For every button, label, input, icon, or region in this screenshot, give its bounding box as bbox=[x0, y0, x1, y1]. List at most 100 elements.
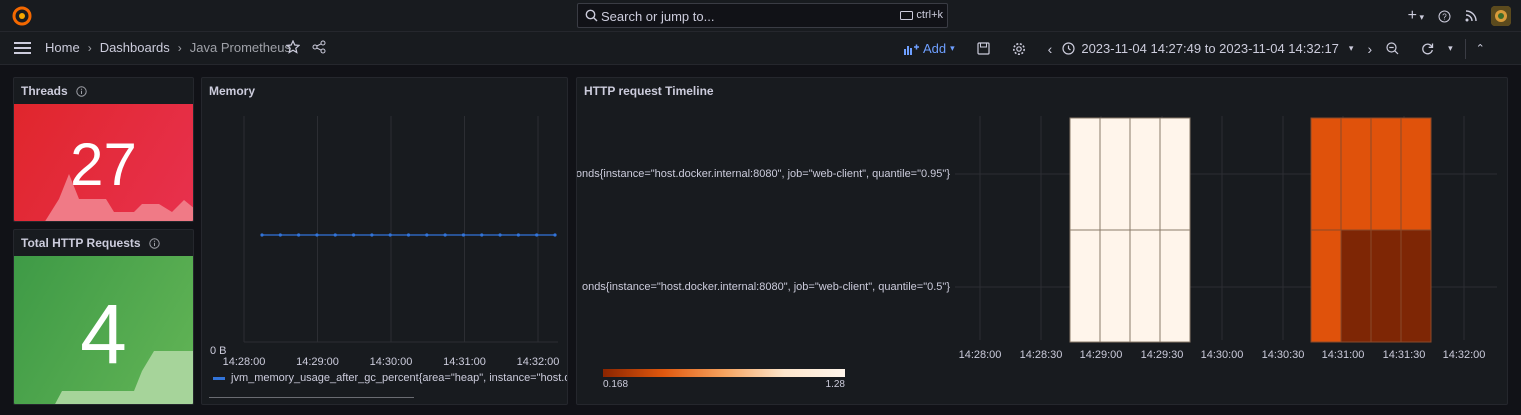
add-button[interactable]: Add ▾ bbox=[903, 41, 955, 56]
panel-title: HTTP request Timeline bbox=[584, 84, 714, 98]
breadcrumb-current: Java Prometheus bbox=[189, 40, 291, 55]
shortcut-label: ctrl+k bbox=[916, 9, 943, 21]
topbar-actions: + ▾ ? bbox=[1408, 0, 1511, 32]
http-requests-stat-background: 4 bbox=[14, 256, 193, 404]
chevron-down-icon[interactable]: ▾ bbox=[1448, 43, 1453, 54]
memory-legend[interactable]: jvm_memory_usage_after_gc_percent{area="… bbox=[213, 372, 568, 384]
search-input[interactable]: Search or jump to... ctrl+k bbox=[577, 3, 948, 28]
info-icon[interactable] bbox=[148, 237, 160, 249]
menu-icon[interactable] bbox=[14, 41, 31, 55]
heatmap-cell bbox=[1400, 229, 1432, 343]
breadcrumb-home[interactable]: Home bbox=[45, 40, 80, 55]
chevron-right-icon: › bbox=[177, 40, 182, 55]
x-tick-label: 14:29:00 bbox=[296, 356, 339, 368]
heatmap-cell bbox=[1310, 229, 1342, 343]
refresh-icon[interactable] bbox=[1421, 42, 1434, 55]
data-point bbox=[351, 233, 356, 237]
data-point bbox=[480, 233, 484, 237]
x-tick-label: 14:31:00 bbox=[1322, 349, 1365, 361]
clock-icon bbox=[1062, 42, 1075, 55]
threads-value: 27 bbox=[70, 131, 137, 198]
info-icon[interactable] bbox=[75, 85, 87, 97]
chevron-down-icon[interactable]: ▾ bbox=[1349, 43, 1354, 54]
timeline-title: HTTP request Timeline bbox=[584, 84, 714, 98]
color-scale: 0.168 1.28 bbox=[603, 369, 845, 390]
panel-title: Memory bbox=[209, 84, 255, 98]
settings-gear-icon[interactable] bbox=[1012, 42, 1026, 56]
data-point bbox=[278, 233, 282, 237]
data-point bbox=[315, 233, 319, 237]
panel-title: Threads bbox=[21, 84, 87, 98]
heatmap-cell bbox=[1129, 229, 1161, 343]
memory-chart: 0 B 14:28:00 14:29:00 14:30:00 14:31:00 14:3… bbox=[210, 116, 560, 368]
time-controls: Add ▾ ‹ 2023-11-04 14:27:49 to 2023-11-0… bbox=[903, 32, 1485, 65]
x-tick-label: 14:30:30 bbox=[1262, 349, 1305, 361]
legend-label: jvm_memory_usage_after_gc_percent{area="… bbox=[231, 372, 568, 384]
data-point bbox=[406, 233, 411, 237]
heatmap-cell bbox=[1400, 117, 1432, 231]
data-point bbox=[388, 233, 392, 237]
heatmap-cell bbox=[1099, 117, 1131, 231]
data-point bbox=[333, 233, 337, 237]
memory-title: Memory bbox=[209, 84, 256, 98]
data-point bbox=[260, 233, 264, 237]
timeline-chart: onds{instance="host.docker.internal:8080… bbox=[577, 116, 1497, 361]
row-label: onds{instance="host.docker.internal:8080… bbox=[577, 168, 950, 180]
x-tick-label: 14:32:00 bbox=[1443, 349, 1486, 361]
http-requests-title: Total HTTP Requests bbox=[21, 236, 141, 250]
x-tick-label: 14:30:00 bbox=[1201, 349, 1244, 361]
chevron-down-icon: ▾ bbox=[1416, 12, 1424, 22]
http-requests-panel[interactable]: Total HTTP Requests 4 bbox=[13, 229, 194, 405]
time-back-button[interactable]: ‹ bbox=[1048, 41, 1053, 57]
chevron-right-icon: › bbox=[87, 40, 92, 55]
legend-scrollbar[interactable] bbox=[209, 397, 414, 398]
x-tick-label: 14:29:30 bbox=[1141, 349, 1184, 361]
time-forward-button[interactable]: › bbox=[1367, 41, 1372, 57]
x-tick-label: 14:28:00 bbox=[959, 349, 1002, 361]
dashboard-nav-bar: Home › Dashboards › Java Prometheus Add … bbox=[0, 32, 1521, 65]
rss-icon[interactable] bbox=[1465, 10, 1477, 22]
heatmap-cell bbox=[1370, 117, 1402, 231]
data-point bbox=[425, 233, 429, 237]
x-tick-label: 14:28:30 bbox=[1020, 349, 1063, 361]
zoom-out-icon[interactable] bbox=[1386, 42, 1399, 55]
share-icon[interactable] bbox=[312, 40, 326, 54]
x-tick-label: 14:31:00 bbox=[443, 356, 486, 368]
time-range-picker[interactable]: 2023-11-04 14:27:49 to 2023-11-04 14:32:… bbox=[1081, 41, 1339, 56]
top-bar: Search or jump to... ctrl+k + ▾ ? bbox=[0, 0, 1521, 32]
new-menu-button[interactable]: + ▾ bbox=[1408, 7, 1424, 25]
threads-stat-background: 27 bbox=[14, 104, 193, 221]
add-panel-icon bbox=[904, 44, 919, 55]
chevron-down-icon: ▾ bbox=[950, 43, 955, 53]
x-tick-label: 14:32:00 bbox=[517, 356, 560, 368]
threads-panel[interactable]: Threads 27 bbox=[13, 77, 194, 222]
x-tick-label: 14:30:00 bbox=[370, 356, 413, 368]
help-icon[interactable]: ? bbox=[1438, 10, 1451, 23]
heatmap-cell bbox=[1310, 117, 1342, 231]
collapse-chevron-up-icon[interactable]: ⌃ bbox=[1476, 42, 1485, 55]
memory-panel[interactable]: Memory 0 B 14:28:00 14:29:00 14:30:00 14:31… bbox=[201, 77, 568, 405]
row-label: onds{instance="host.docker.internal:8080… bbox=[582, 281, 950, 293]
data-point bbox=[370, 233, 374, 237]
star-icon[interactable] bbox=[286, 40, 300, 54]
x-tick-label: 14:31:30 bbox=[1383, 349, 1426, 361]
timeline-panel[interactable]: HTTP request Timeline onds{instance="hos… bbox=[576, 77, 1508, 405]
scale-max-label: 1.28 bbox=[825, 379, 845, 390]
keyboard-icon bbox=[900, 10, 914, 20]
breadcrumb-dashboards[interactable]: Dashboards bbox=[100, 40, 170, 55]
data-point bbox=[516, 233, 520, 237]
panel-title: Total HTTP Requests bbox=[21, 236, 160, 250]
scale-min-label: 0.168 bbox=[603, 379, 629, 390]
heatmap-cell bbox=[1340, 229, 1372, 343]
add-label: Add bbox=[923, 41, 947, 56]
avatar[interactable] bbox=[1491, 6, 1511, 26]
grafana-logo-icon[interactable] bbox=[12, 6, 32, 26]
breadcrumb: Home › Dashboards › Java Prometheus bbox=[45, 40, 291, 55]
data-point bbox=[553, 233, 557, 237]
svg-text:?: ? bbox=[1442, 12, 1447, 21]
save-icon[interactable] bbox=[977, 42, 990, 55]
search-placeholder: Search or jump to... bbox=[601, 9, 715, 24]
data-point bbox=[297, 233, 301, 237]
heatmap-cell bbox=[1159, 117, 1191, 231]
data-point bbox=[498, 233, 502, 237]
